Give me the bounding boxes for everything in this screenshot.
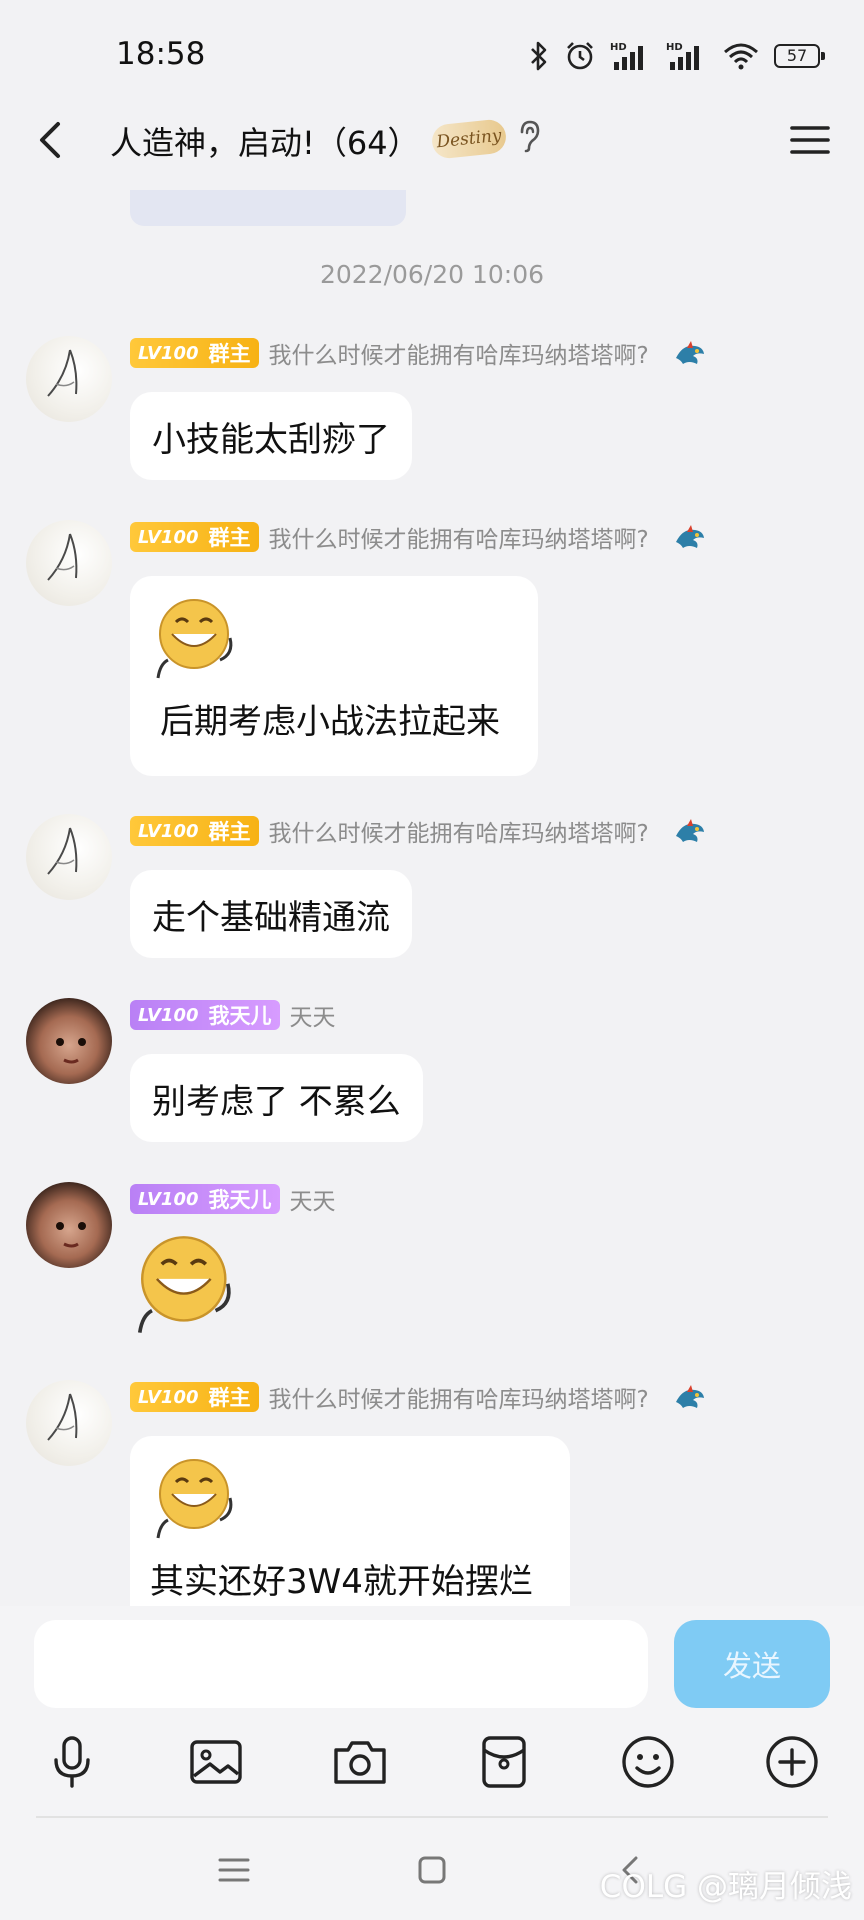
- level-label: LV100: [138, 526, 199, 548]
- member-badge: LV100 我天儿: [130, 1000, 280, 1030]
- watermark: COLG @璃月倾浅: [600, 1861, 852, 1906]
- title-bar: 人造神，启动!（64） Destiny: [0, 100, 864, 180]
- alarm-icon: [567, 42, 593, 70]
- laughing-face-emoji: [156, 1459, 233, 1539]
- role-label: 群主: [208, 1386, 251, 1410]
- ear-icon[interactable]: [514, 118, 544, 154]
- laughing-face-emoji: [156, 599, 233, 679]
- red-packet-icon[interactable]: [472, 1730, 536, 1794]
- recent-apps-icon[interactable]: [214, 1850, 254, 1890]
- sender-title[interactable]: 我什么时候才能拥有哈库玛纳塔塔啊?: [269, 336, 649, 370]
- sender-meta: LV100 群主 我什么时候才能拥有哈库玛纳塔塔啊?: [130, 1380, 707, 1414]
- avatar[interactable]: [26, 520, 112, 606]
- message-text: 小技能太刮痧了: [152, 419, 390, 460]
- sender-title[interactable]: 我什么时候才能拥有哈库玛纳塔塔啊?: [269, 1380, 649, 1414]
- owner-badge: LV100 群主: [130, 522, 259, 552]
- message-text: 后期考虑小战法拉起来: [160, 702, 500, 742]
- owner-badge: LV100 群主: [130, 816, 259, 846]
- message-bubble[interactable]: 小技能太刮痧了: [130, 392, 412, 480]
- back-icon[interactable]: [26, 114, 78, 166]
- avatar[interactable]: [26, 1182, 112, 1268]
- signal-hd-icon-2: HD: [666, 42, 699, 70]
- sender-meta: LV100 群主 我什么时候才能拥有哈库玛纳塔塔啊?: [130, 520, 707, 554]
- group-title[interactable]: 人造神，启动!（64）: [110, 118, 420, 164]
- message-bubble[interactable]: 别考虑了 不累么: [130, 1054, 423, 1142]
- sender-meta: LV100 群主 我什么时候才能拥有哈库玛纳塔塔啊?: [130, 336, 707, 370]
- previous-message-fragment: [130, 190, 406, 226]
- hd-label-2: HD: [666, 42, 683, 53]
- message-text: 别考虑了 不累么: [152, 1081, 401, 1122]
- sender-title[interactable]: 我什么时候才能拥有哈库玛纳塔塔啊?: [269, 520, 649, 554]
- avatar[interactable]: [26, 336, 112, 422]
- level-label: LV100: [138, 342, 199, 364]
- message-input[interactable]: [34, 1620, 648, 1708]
- battery-icon: 57: [774, 44, 825, 68]
- image-icon[interactable]: [184, 1730, 248, 1794]
- sender-title[interactable]: 天天: [290, 998, 336, 1032]
- signal-hd-icon: HD: [610, 42, 643, 70]
- home-icon[interactable]: [412, 1850, 452, 1890]
- microphone-icon[interactable]: [40, 1730, 104, 1794]
- level-label: LV100: [138, 1386, 199, 1408]
- level-label: LV100: [138, 820, 199, 842]
- status-icons: HD HD 57: [528, 38, 825, 74]
- hd-label: HD: [610, 42, 627, 53]
- menu-icon[interactable]: [786, 118, 834, 162]
- plus-icon[interactable]: [760, 1730, 824, 1794]
- role-label: 群主: [208, 820, 251, 844]
- destiny-badge: Destiny: [430, 118, 508, 160]
- owner-badge: LV100 群主: [130, 338, 259, 368]
- dragon-icon: [675, 1385, 704, 1408]
- divider: [36, 1816, 828, 1818]
- avatar[interactable]: [26, 998, 112, 1084]
- status-time: 18:58: [116, 36, 206, 72]
- dragon-icon: [675, 819, 704, 842]
- avatar[interactable]: [26, 814, 112, 900]
- sender-meta: LV100 我天儿 天天: [130, 998, 336, 1032]
- owner-badge: LV100 群主: [130, 1382, 259, 1412]
- role-label: 我天儿: [208, 1188, 272, 1212]
- role-label: 群主: [208, 526, 251, 550]
- sender-meta: LV100 群主 我什么时候才能拥有哈库玛纳塔塔啊?: [130, 814, 707, 848]
- dragon-icon: [675, 341, 704, 364]
- level-label: LV100: [138, 1004, 199, 1026]
- sender-meta: LV100 我天儿 天天: [130, 1182, 336, 1216]
- message-timestamp: 2022/06/20 10:06: [319, 260, 545, 289]
- bluetooth-icon: [531, 41, 547, 71]
- watermark-text: @璃月倾浅: [697, 1869, 852, 1905]
- watermark-prefix: COLG: [599, 1869, 688, 1905]
- dragon-icon: [675, 525, 704, 548]
- message-text: 走个基础精通流: [152, 897, 390, 938]
- message-bubble[interactable]: 其实还好3W4就开始摆烂: [130, 1436, 570, 1606]
- role-label: 我天儿: [208, 1004, 272, 1028]
- message-bubble[interactable]: 后期考虑小战法拉起来: [130, 576, 538, 776]
- role-label: 群主: [208, 342, 251, 366]
- message-bubble[interactable]: 走个基础精通流: [130, 870, 412, 958]
- emoji-icon[interactable]: [616, 1730, 680, 1794]
- input-toolbar: [0, 1730, 864, 1802]
- wifi-icon: [724, 43, 758, 70]
- laughing-face-sticker[interactable]: [130, 1230, 240, 1340]
- sender-title[interactable]: 天天: [290, 1182, 336, 1216]
- avatar[interactable]: [26, 1380, 112, 1466]
- member-badge: LV100 我天儿: [130, 1184, 280, 1214]
- sender-title[interactable]: 我什么时候才能拥有哈库玛纳塔塔啊?: [269, 814, 649, 848]
- message-text: 其实还好3W4就开始摆烂: [150, 1562, 533, 1602]
- camera-icon[interactable]: [328, 1730, 392, 1794]
- send-button[interactable]: 发送: [674, 1620, 830, 1708]
- level-label: LV100: [138, 1188, 199, 1210]
- status-bar: 18:58 HD HD 57: [0, 0, 864, 110]
